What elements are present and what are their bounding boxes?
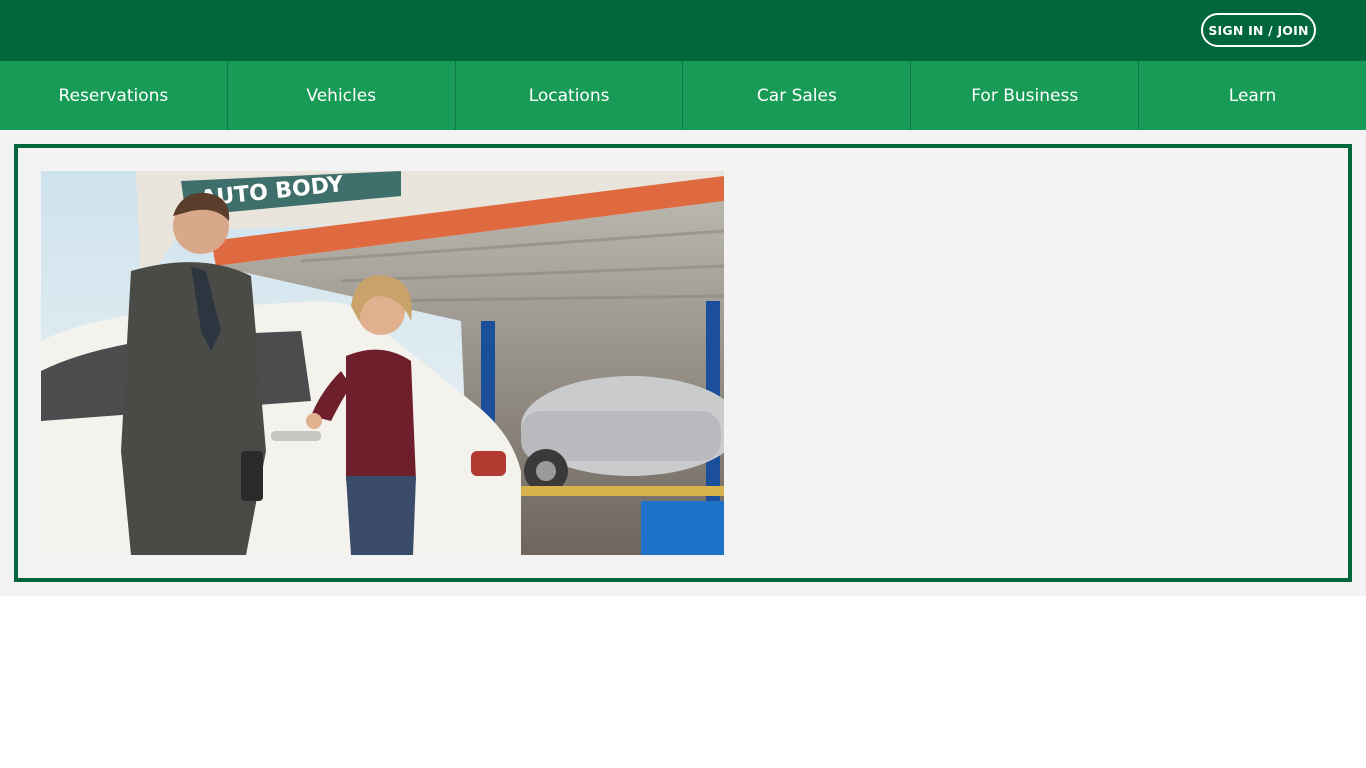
- promo-frame: AUTO BODY: [14, 144, 1352, 582]
- hero-photo-illustration: AUTO BODY: [41, 171, 724, 555]
- main-navigation: Reservations Vehicles Locations Car Sale…: [0, 61, 1366, 130]
- hero-photo: AUTO BODY: [41, 171, 724, 555]
- sign-in-join-button[interactable]: SIGN IN / JOIN: [1201, 13, 1316, 47]
- top-header-bar: SIGN IN / JOIN: [0, 0, 1366, 61]
- nav-item-locations[interactable]: Locations: [456, 61, 684, 130]
- nav-item-reservations[interactable]: Reservations: [0, 61, 228, 130]
- nav-item-car-sales[interactable]: Car Sales: [683, 61, 912, 130]
- nav-item-for-business[interactable]: For Business: [911, 61, 1140, 130]
- content-area: AUTO BODY: [0, 130, 1366, 596]
- nav-item-vehicles[interactable]: Vehicles: [228, 61, 456, 130]
- nav-item-learn[interactable]: Learn: [1139, 61, 1366, 130]
